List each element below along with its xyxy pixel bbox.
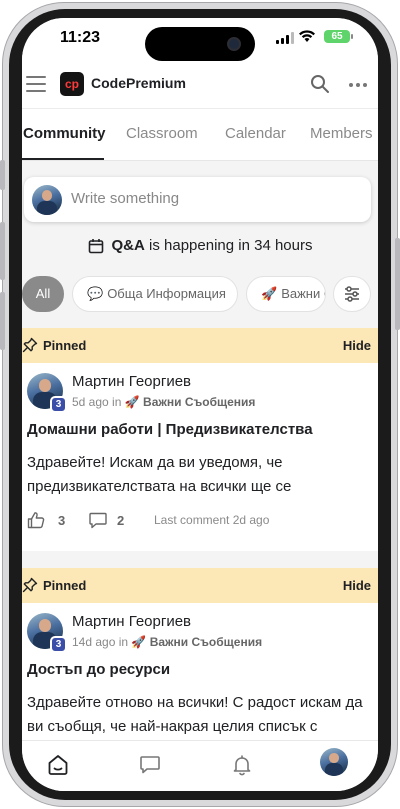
level-badge: 3 [50,396,67,413]
volume-down-button [0,292,5,350]
filter-label: Важни С [281,286,325,301]
app-logo[interactable]: cp [60,72,84,96]
pinned-bar: Pinned Hide [22,328,378,363]
like-icon[interactable] [27,511,45,529]
event-name: Q&A [111,237,145,254]
upcoming-event[interactable]: Q&A is happening in 34 hours [22,237,378,261]
tab-calendar[interactable]: Calendar [225,125,286,142]
category-filters: All 💬Обща Информация 🚀Важни С [22,274,378,314]
rocket-emoji-icon: 🚀 [131,635,147,649]
bottom-navigation [22,740,378,791]
rocket-emoji-icon: 🚀 [261,286,278,301]
post-title[interactable]: Достъп до ресурси [27,661,170,678]
chat-icon[interactable] [138,753,162,777]
status-time: 11:23 [60,29,101,46]
profile-avatar[interactable] [320,748,348,776]
mute-switch [0,160,5,190]
filter-important[interactable]: 🚀Важни С [246,276,326,312]
app-name[interactable]: CodePremium [91,75,186,91]
wifi-icon [299,30,315,42]
avatar [32,185,62,215]
comment-icon[interactable] [89,512,107,529]
hide-button[interactable]: Hide [343,338,371,353]
filter-settings-button[interactable] [333,276,371,312]
post-composer[interactable]: Write something [24,177,371,222]
like-count: 3 [58,513,66,528]
tab-community[interactable]: Community [23,125,106,142]
hide-button[interactable]: Hide [343,578,371,593]
post-actions: 3 2 Last comment 2d ago [27,511,367,531]
bell-icon[interactable] [230,753,254,777]
main-tabs: Community Classroom Calendar Members [22,108,378,161]
filter-label: Обща Информация [107,286,226,301]
battery-tip [351,34,353,39]
logo-text: cp [64,77,79,91]
calendar-icon [88,238,103,253]
tab-classroom[interactable]: Classroom [126,125,198,142]
post-category[interactable]: Важни Съобщения [143,395,255,409]
pin-icon [22,577,38,593]
comment-count: 2 [117,513,125,528]
dynamic-island [145,27,255,61]
post-title[interactable]: Домашни работи | Предизвикателства [27,421,313,438]
pin-icon [22,337,38,353]
status-bar: 11:23 65 [22,18,378,64]
signal-icon [276,32,294,44]
app-screen: 11:23 65 cp CodePremium Community Classr… [22,18,378,791]
filter-settings-icon [345,286,359,302]
app-header: cp CodePremium [22,64,378,108]
post-time: 5d ago in [72,395,122,409]
post-card[interactable]: 3 Мартин Георгиев 14d ago in 🚀 Важни Съо… [22,603,378,740]
camera-icon [227,37,241,51]
tab-members[interactable]: Members [310,125,373,142]
battery-icon: 65 [324,30,350,43]
power-button [395,238,400,330]
menu-icon[interactable] [26,76,46,92]
post-body: Здравейте отново на всички! С радост иск… [27,694,363,735]
chat-emoji-icon: 💬 [87,286,104,301]
post-time: 14d ago in [72,635,129,649]
post-meta: 5d ago in 🚀 Важни Съобщения [72,395,255,409]
home-icon[interactable] [46,753,70,777]
filter-general-info[interactable]: 💬 Обща Информация [72,276,238,312]
post-category[interactable]: Важни Съобщения [150,635,262,649]
post-author[interactable]: Мартин Георгиев [72,613,191,630]
search-icon[interactable] [310,74,330,94]
event-text: is happening in 34 hours [149,237,313,254]
pinned-bar: Pinned Hide [22,568,378,603]
composer-placeholder[interactable]: Write something [71,190,179,207]
post-meta: 14d ago in 🚀 Важни Съобщения [72,635,262,649]
post-author[interactable]: Мартин Георгиев [72,373,191,390]
pinned-label: Pinned [43,338,87,353]
level-badge: 3 [50,636,67,653]
rocket-emoji-icon: 🚀 [124,395,140,409]
post-card[interactable]: 3 Мартин Георгиев 5d ago in 🚀 Важни Съоб… [22,363,378,551]
more-icon[interactable] [349,83,367,87]
post-body: Здравейте! Искам да ви уведомя, че преди… [27,454,292,495]
pinned-label: Pinned [43,578,87,593]
active-tab-indicator [22,158,104,160]
volume-up-button [0,222,5,280]
last-comment-time: Last comment 2d ago [154,513,270,527]
filter-all[interactable]: All [22,276,64,312]
